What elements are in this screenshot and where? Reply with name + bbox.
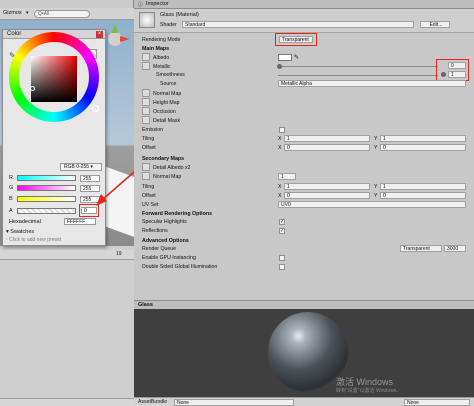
material-icon [139, 12, 155, 28]
forward-options-header: Forward Rendering Options [142, 211, 213, 217]
albedo-texture-slot[interactable] [142, 53, 150, 61]
occlusion-label: Occlusion [153, 109, 176, 115]
main-maps-header: Main Maps [142, 46, 170, 52]
render-queue-value[interactable]: 3000 [444, 245, 466, 252]
detail-albedo-label: Detail Albedo x2 [153, 165, 191, 171]
detail-albedo-slot[interactable] [142, 163, 150, 171]
height-map-slot[interactable] [142, 98, 150, 106]
preview-header[interactable]: Glass [134, 300, 474, 309]
offset-2-x-input[interactable]: 0 [284, 192, 370, 199]
preview-title: Glass [138, 302, 153, 308]
watermark-subtitle: 转到"设置"以激活 Windows。 [336, 388, 402, 394]
gpu-instancing-checkbox[interactable] [279, 255, 285, 261]
metallic-slider-handle[interactable] [277, 64, 282, 69]
uv-set-dropdown[interactable]: UV0 [278, 201, 466, 208]
specular-checkbox[interactable]: ✓ [279, 219, 285, 225]
emission-checkbox[interactable] [279, 127, 285, 133]
normal-map-slot[interactable] [142, 89, 150, 97]
material-name: Glass (Material) [160, 12, 199, 18]
reflections-checkbox[interactable]: ✓ [279, 228, 285, 234]
eyedropper-icon[interactable]: ✎ [294, 54, 299, 61]
albedo-label: Albedo [153, 55, 170, 61]
advanced-options-header: Advanced Options [142, 238, 189, 244]
assetbundle-bar: AssetBundle None None [134, 397, 474, 406]
double-sided-gi-label: Double Sided Global Illumination [142, 264, 218, 270]
tab-inspector: Inspector [146, 1, 169, 7]
metallic-slider[interactable] [278, 66, 438, 67]
render-queue-label: Render Queue [142, 246, 177, 252]
render-queue-dropdown[interactable]: Transparent [400, 245, 442, 252]
uv-set-label: UV Set [142, 202, 159, 208]
tiling-label: Tiling [142, 136, 155, 142]
tiling-y-input[interactable]: 1 [380, 135, 466, 142]
source-label: Source [160, 81, 177, 87]
smoothness-slider[interactable] [278, 75, 438, 76]
material-header: Glass (Material) Shader Standard Edit... [134, 9, 474, 33]
detail-mask-slot[interactable] [142, 116, 150, 124]
albedo-color-field[interactable] [278, 54, 292, 61]
tiling-2-y-input[interactable]: 1 [380, 183, 466, 190]
edit-shader-button[interactable]: Edit... [420, 21, 450, 28]
smoothness-label: Smoothness [156, 72, 185, 78]
offset-2-label: Offset [142, 193, 156, 199]
tiling-2-x-input[interactable]: 1 [284, 183, 370, 190]
normal-map-label: Normal Map [153, 91, 182, 97]
metallic-smoothness-highlight [436, 59, 469, 81]
gpu-instancing-label: Enable GPU Instancing [142, 255, 196, 261]
rendering-mode-label: Rendering Mode [142, 37, 181, 43]
offset-x-input[interactable]: 0 [284, 144, 370, 151]
reflections-label: Reflections [142, 228, 168, 234]
emission-label: Emission [142, 127, 164, 133]
height-map-label: Height Map [153, 100, 180, 106]
source-dropdown[interactable]: Metallic Alpha [278, 80, 466, 87]
shader-label: Shader [160, 22, 177, 28]
specular-label: Specular Highlights [142, 219, 187, 225]
shader-dropdown[interactable]: Standard [182, 21, 414, 28]
metallic-texture-slot[interactable] [142, 62, 150, 70]
double-sided-gi-checkbox[interactable] [279, 264, 285, 270]
assetbundle-dropdown[interactable]: None [174, 399, 294, 406]
detail-mask-label: Detail Mask [153, 118, 181, 124]
info-icon: ⓘ [138, 2, 144, 8]
normal-map-2-slot[interactable] [142, 172, 150, 180]
tiling-2-label: Tiling [142, 184, 155, 190]
normal-map-2-label: Normal Map [153, 174, 182, 180]
offset-2-y-input[interactable]: 0 [380, 192, 466, 199]
offset-label: Offset [142, 145, 156, 151]
offset-y-input[interactable]: 0 [380, 144, 466, 151]
occlusion-slot[interactable] [142, 107, 150, 115]
tiling-x-input[interactable]: 1 [284, 135, 370, 142]
secondary-maps-header: Secondary Maps [142, 156, 185, 162]
inspector-tab[interactable]: ⓘ Inspector [134, 0, 474, 9]
rendering-mode-highlight [275, 33, 317, 46]
metallic-label: Metallic [153, 64, 171, 70]
assetbundle-label: AssetBundle [138, 399, 168, 405]
assetbundle-variant-dropdown[interactable]: None [404, 399, 470, 406]
normal-map-2-scale[interactable]: 1 [278, 173, 296, 180]
